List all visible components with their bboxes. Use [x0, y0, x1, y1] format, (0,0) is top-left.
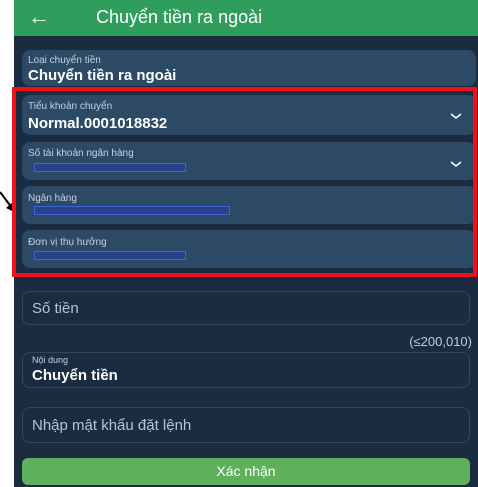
- header-bar: ← Chuyển tiền ra ngoài: [14, 0, 478, 36]
- transfer-type-value: Chuyển tiền ra ngoài: [28, 67, 177, 84]
- content-label: Nội dung: [32, 355, 69, 365]
- content-value: Chuyển tiền: [32, 367, 118, 384]
- page-title: Chuyển tiền ra ngoài: [96, 7, 263, 27]
- transfer-type-label: Loại chuyển tiền: [28, 55, 101, 66]
- password-input[interactable]: Nhập mật khẩu đặt lệnh: [22, 407, 470, 443]
- highlight-frame: [12, 87, 477, 277]
- password-placeholder: Nhập mật khẩu đặt lệnh: [32, 417, 192, 434]
- arrow-left-icon[interactable]: ←: [28, 3, 50, 31]
- amount-limit-hint: (≤200,010): [409, 334, 472, 349]
- amount-input[interactable]: Số tiền: [22, 291, 470, 325]
- content-input[interactable]: Nội dung Chuyển tiền: [22, 352, 470, 388]
- amount-placeholder: Số tiền: [32, 300, 79, 317]
- transfer-type-field: Loại chuyển tiền Chuyển tiền ra ngoài: [22, 50, 476, 86]
- confirm-button[interactable]: Xác nhận: [22, 458, 470, 485]
